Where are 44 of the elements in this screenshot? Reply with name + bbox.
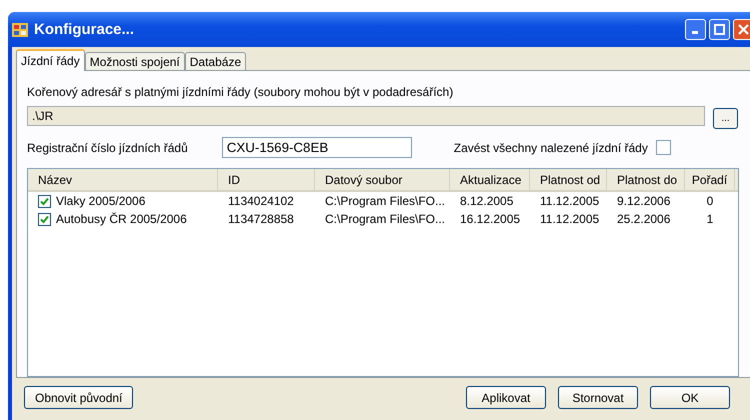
table-cell: 11.12.2005 <box>540 212 600 226</box>
table-cell: Vlaky 2005/2006 <box>56 194 146 208</box>
table-cell: 0 <box>706 194 714 208</box>
maximize-icon <box>714 24 725 35</box>
tab[interactable]: Možnosti spojení <box>84 52 185 71</box>
close-icon <box>738 24 749 35</box>
checkbox[interactable] <box>38 194 51 208</box>
column-header[interactable]: Aktualizace <box>450 169 530 190</box>
table-cell: 11.12.2005 <box>540 194 600 208</box>
table-cell: 1134024102 <box>228 194 294 208</box>
table-cell: 1 <box>706 212 714 226</box>
table-cell: 25.2.2006 <box>617 212 670 226</box>
window-title: Konfigurace... <box>34 21 134 38</box>
field-label: Kořenový adresář s platnými jízdními řády (soubory mohou být v podadresářích) <box>27 85 454 99</box>
column-header[interactable]: Platnost do <box>607 169 685 190</box>
maximize-button[interactable] <box>709 19 730 40</box>
app-icon <box>12 22 28 38</box>
column-header[interactable]: Pořadí <box>685 169 735 190</box>
dialog-button[interactable]: Aplikovat <box>466 386 546 409</box>
tab[interactable]: Databáze <box>184 52 246 71</box>
dialog-button[interactable]: OK <box>650 386 730 409</box>
minimize-button[interactable] <box>685 19 706 40</box>
checkbox[interactable] <box>656 140 671 155</box>
table-cell: 8.12.2005 <box>460 194 514 208</box>
column-header[interactable]: Datový soubor <box>315 169 450 190</box>
close-button[interactable] <box>733 19 750 40</box>
checkbox-label: Zavést všechny nalezené jízdní řády <box>454 140 648 154</box>
table-cell: C:\Program Files\FO... <box>325 212 446 226</box>
restore-button[interactable]: Obnovit původní <box>24 386 134 409</box>
browse-button[interactable]: ... <box>713 108 738 129</box>
table-cell: 9.12.2006 <box>617 194 670 208</box>
tab[interactable]: Jízdní řády <box>16 49 85 71</box>
column-header[interactable]: Platnost od <box>530 169 607 190</box>
column-header[interactable]: Název <box>28 169 218 190</box>
table-cell: C:\Program Files\FO... <box>325 194 446 208</box>
input-field[interactable]: CXU-1569-C8EB <box>222 137 412 158</box>
checkbox[interactable] <box>38 212 51 226</box>
table-cell: Autobusy ČR 2005/2006 <box>56 212 187 226</box>
path-field[interactable]: .\JR <box>27 106 705 126</box>
field-label: Registrační číslo jízdních řádů <box>27 140 188 154</box>
column-header[interactable]: ID <box>218 169 315 190</box>
dialog-button[interactable]: Stornovat <box>558 386 638 409</box>
table-cell: 16.12.2005 <box>460 212 520 226</box>
table-cell: 1134728858 <box>228 212 294 226</box>
